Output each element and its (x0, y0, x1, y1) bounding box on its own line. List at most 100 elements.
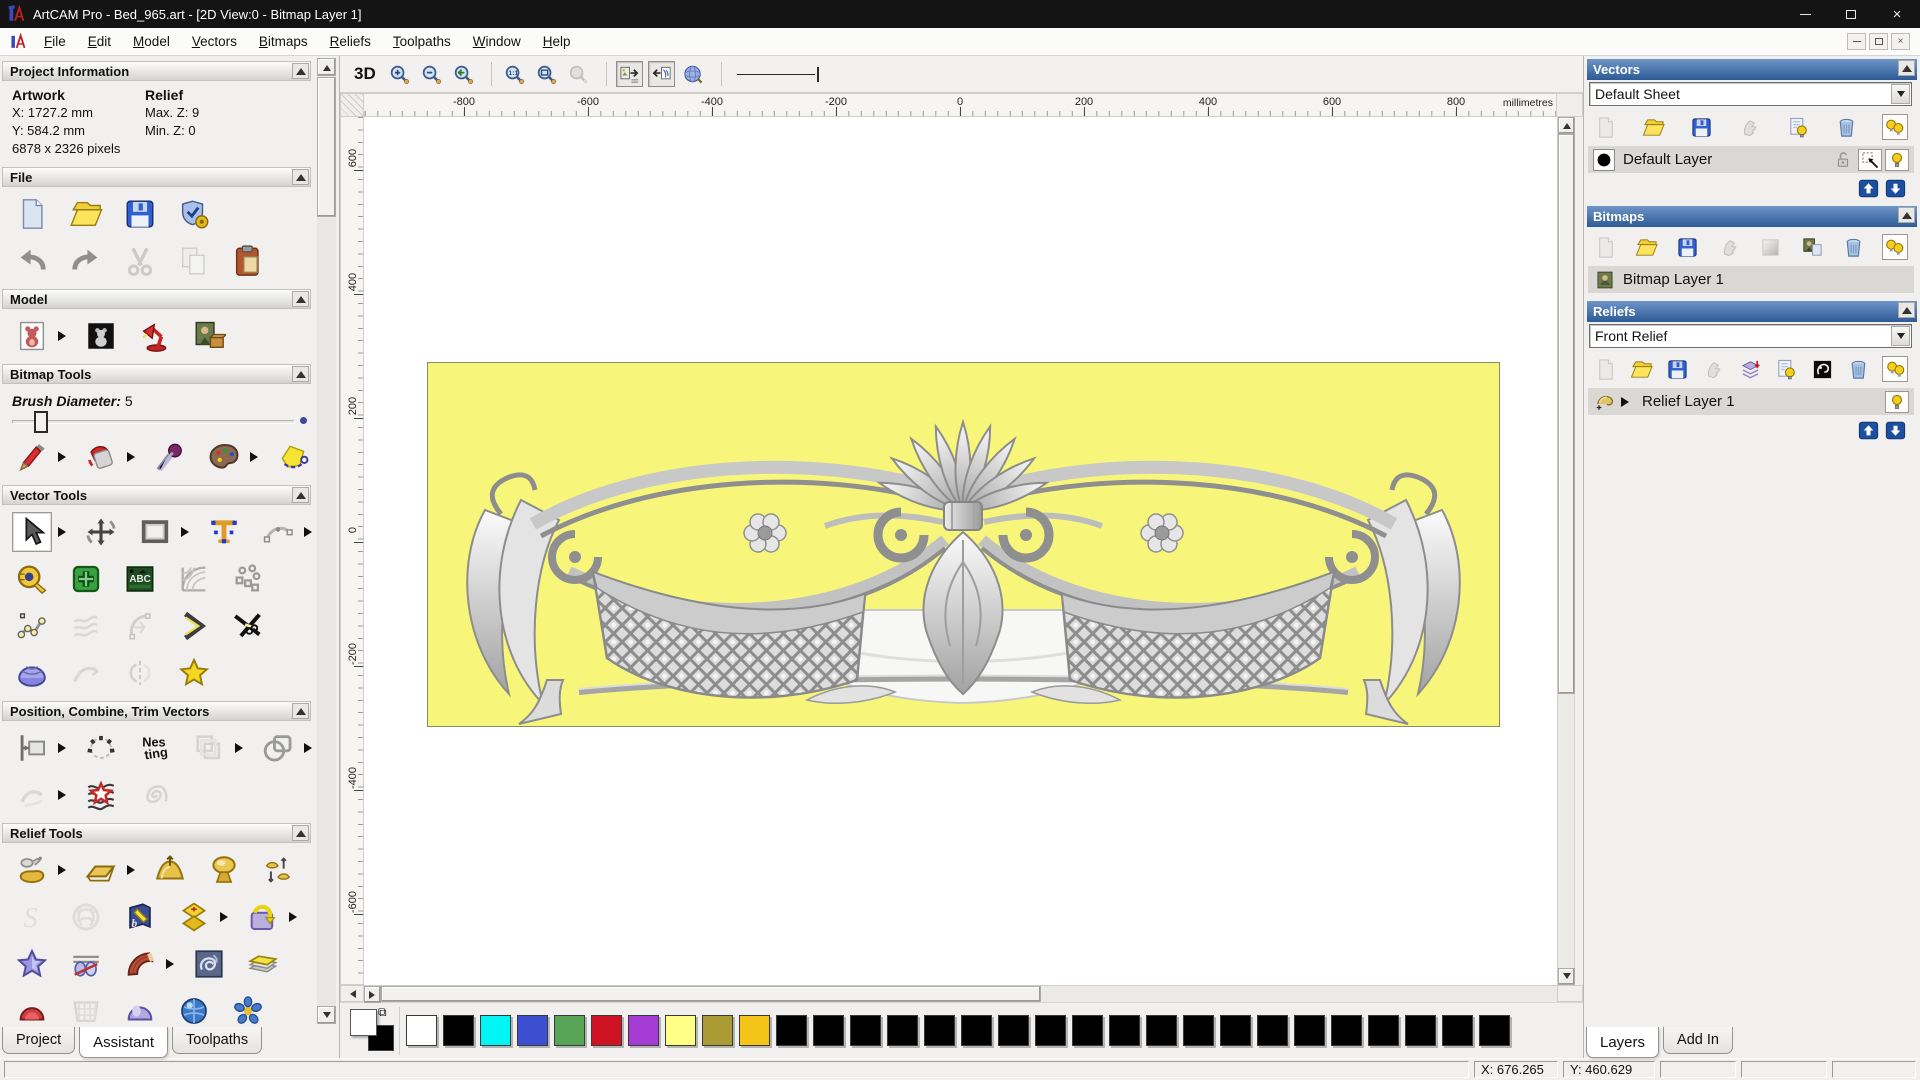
mdi-restore-button[interactable] (1869, 33, 1888, 50)
scroll-down-button[interactable] (317, 1006, 336, 1024)
menu-file[interactable]: File (33, 30, 77, 53)
tab-toolpaths[interactable]: Toolpaths (172, 1027, 263, 1054)
collapse-bitmaps-button[interactable] (1898, 207, 1915, 223)
flower-relief-button[interactable] (228, 991, 268, 1028)
trim-vectors-button[interactable] (228, 606, 268, 646)
angle-relief-button[interactable] (12, 991, 52, 1028)
collapse-section-button[interactable] (292, 291, 309, 307)
distort-grid-button[interactable] (174, 559, 214, 599)
palette-swatch[interactable] (961, 1015, 992, 1046)
model-teddy-button[interactable] (12, 316, 52, 356)
scroll-thumb[interactable] (317, 77, 336, 217)
flyout-arrow-icon[interactable] (181, 526, 194, 537)
flyout-arrow-icon[interactable] (58, 789, 71, 800)
open-folder-button[interactable] (1628, 356, 1654, 382)
sphere-view-button[interactable] (680, 61, 707, 87)
trash-button[interactable] (1846, 356, 1872, 382)
tab-project[interactable]: Project (2, 1027, 76, 1054)
bitmap-to-vector-button[interactable] (273, 437, 313, 477)
menu-toolpaths[interactable]: Toolpaths (382, 30, 462, 53)
scale-relief-button[interactable] (258, 850, 298, 890)
texture-image-button[interactable] (189, 316, 229, 356)
mdi-minimize-button[interactable] (1847, 33, 1866, 50)
maximize-button[interactable] (1828, 0, 1874, 28)
sheet-select[interactable]: Default Sheet (1589, 82, 1912, 106)
relief-layer-row[interactable]: Relief Layer 1 (1588, 388, 1914, 415)
bulb-on-button[interactable] (1885, 148, 1909, 171)
create-star-button[interactable] (174, 653, 214, 693)
expand-relief-layer-icon[interactable] (1621, 396, 1634, 407)
dome-soft-button[interactable] (120, 991, 160, 1028)
palette-swatch[interactable] (1442, 1015, 1473, 1046)
scroll-down-button[interactable] (1558, 968, 1575, 985)
transform-vectors-button[interactable] (81, 512, 121, 552)
emboss-book-button[interactable]: b (120, 897, 160, 937)
save-disk-button[interactable] (120, 194, 160, 234)
zoom-1to1-button[interactable]: 1:1 (501, 61, 528, 87)
palette-swatch[interactable] (1109, 1015, 1140, 1046)
collapse-section-button[interactable] (292, 169, 309, 185)
create-polyline-button[interactable] (12, 606, 52, 646)
bulb-on-button[interactable] (1885, 390, 1909, 413)
hscroll-left-button[interactable] (340, 985, 364, 1002)
palette-swatch[interactable] (517, 1015, 548, 1046)
close-button[interactable]: × (1874, 0, 1920, 28)
menu-edit[interactable]: Edit (77, 30, 122, 53)
chevron-down-icon[interactable] (1891, 326, 1910, 346)
toggle-bitmap-button[interactable] (615, 61, 643, 87)
wrap-relief-button[interactable] (243, 897, 283, 937)
redo-button[interactable] (66, 241, 106, 281)
chevron-polyline-button[interactable] (174, 606, 214, 646)
shape-diamond-button[interactable] (174, 897, 214, 937)
flood-fill-button[interactable] (81, 437, 121, 477)
collapse-project-information-button[interactable] (292, 63, 309, 79)
save-disk-button[interactable] (1675, 234, 1701, 260)
brush-diameter-slider[interactable] (12, 411, 307, 433)
trash-button[interactable] (1834, 114, 1860, 140)
palette-swatch[interactable] (1331, 1015, 1362, 1046)
create-rectangle-button[interactable] (135, 512, 175, 552)
menu-reliefs[interactable]: Reliefs (319, 30, 382, 53)
palette-swatch[interactable] (480, 1015, 511, 1046)
dome-relief-button[interactable] (204, 850, 244, 890)
palette-swatch[interactable] (1368, 1015, 1399, 1046)
sphere-relief-button[interactable] (174, 991, 214, 1028)
palette-swatch[interactable] (1146, 1015, 1177, 1046)
bitmap-layer-row[interactable]: Bitmap Layer 1 (1588, 266, 1914, 293)
texture-relief-button[interactable] (189, 944, 229, 984)
flyout-arrow-icon[interactable] (127, 451, 140, 462)
paint-brush-button[interactable] (12, 437, 52, 477)
all-bulbs-button[interactable] (1882, 356, 1908, 382)
vscroll-thumb[interactable] (1558, 134, 1575, 694)
flyout-arrow-icon[interactable] (58, 330, 71, 341)
nesting-button[interactable]: Nes ting (135, 728, 175, 768)
relief-select[interactable]: Front Relief (1589, 324, 1912, 348)
all-bulbs-button[interactable] (1881, 114, 1908, 140)
offset-relief-button[interactable] (243, 944, 283, 984)
line-width-slider[interactable] (816, 66, 819, 82)
zoom-in-button[interactable] (386, 61, 413, 87)
collapse-section-button[interactable] (292, 703, 309, 719)
flyout-arrow-icon[interactable] (58, 526, 71, 537)
palette-swatch[interactable] (1405, 1015, 1436, 1046)
block-copy-button[interactable] (66, 559, 106, 599)
palette-swatch[interactable] (813, 1015, 844, 1046)
layer-colour-swatch[interactable] (1593, 148, 1615, 171)
snap-arrow-button[interactable] (1858, 148, 1882, 171)
text-on-curve-button[interactable] (81, 728, 121, 768)
palette-swatch[interactable] (1257, 1015, 1288, 1046)
hscroll-thumb[interactable] (381, 986, 1041, 1002)
lamp-light-button[interactable] (135, 316, 175, 356)
weld-vectors-button[interactable] (258, 728, 298, 768)
palette-button[interactable] (204, 437, 244, 477)
toggle-vector-button[interactable] (647, 61, 675, 87)
2d-view-canvas[interactable] (364, 117, 1557, 985)
create-text-button[interactable] (204, 512, 244, 552)
scroll-up-button[interactable] (1558, 117, 1575, 134)
palette-swatch[interactable] (1035, 1015, 1066, 1046)
flyout-arrow-icon[interactable] (58, 864, 71, 875)
save-disk-button[interactable] (1665, 356, 1691, 382)
menu-vectors[interactable]: Vectors (181, 30, 248, 53)
distort-star-button[interactable] (81, 775, 121, 815)
bulb-doc-button[interactable] (1773, 356, 1799, 382)
